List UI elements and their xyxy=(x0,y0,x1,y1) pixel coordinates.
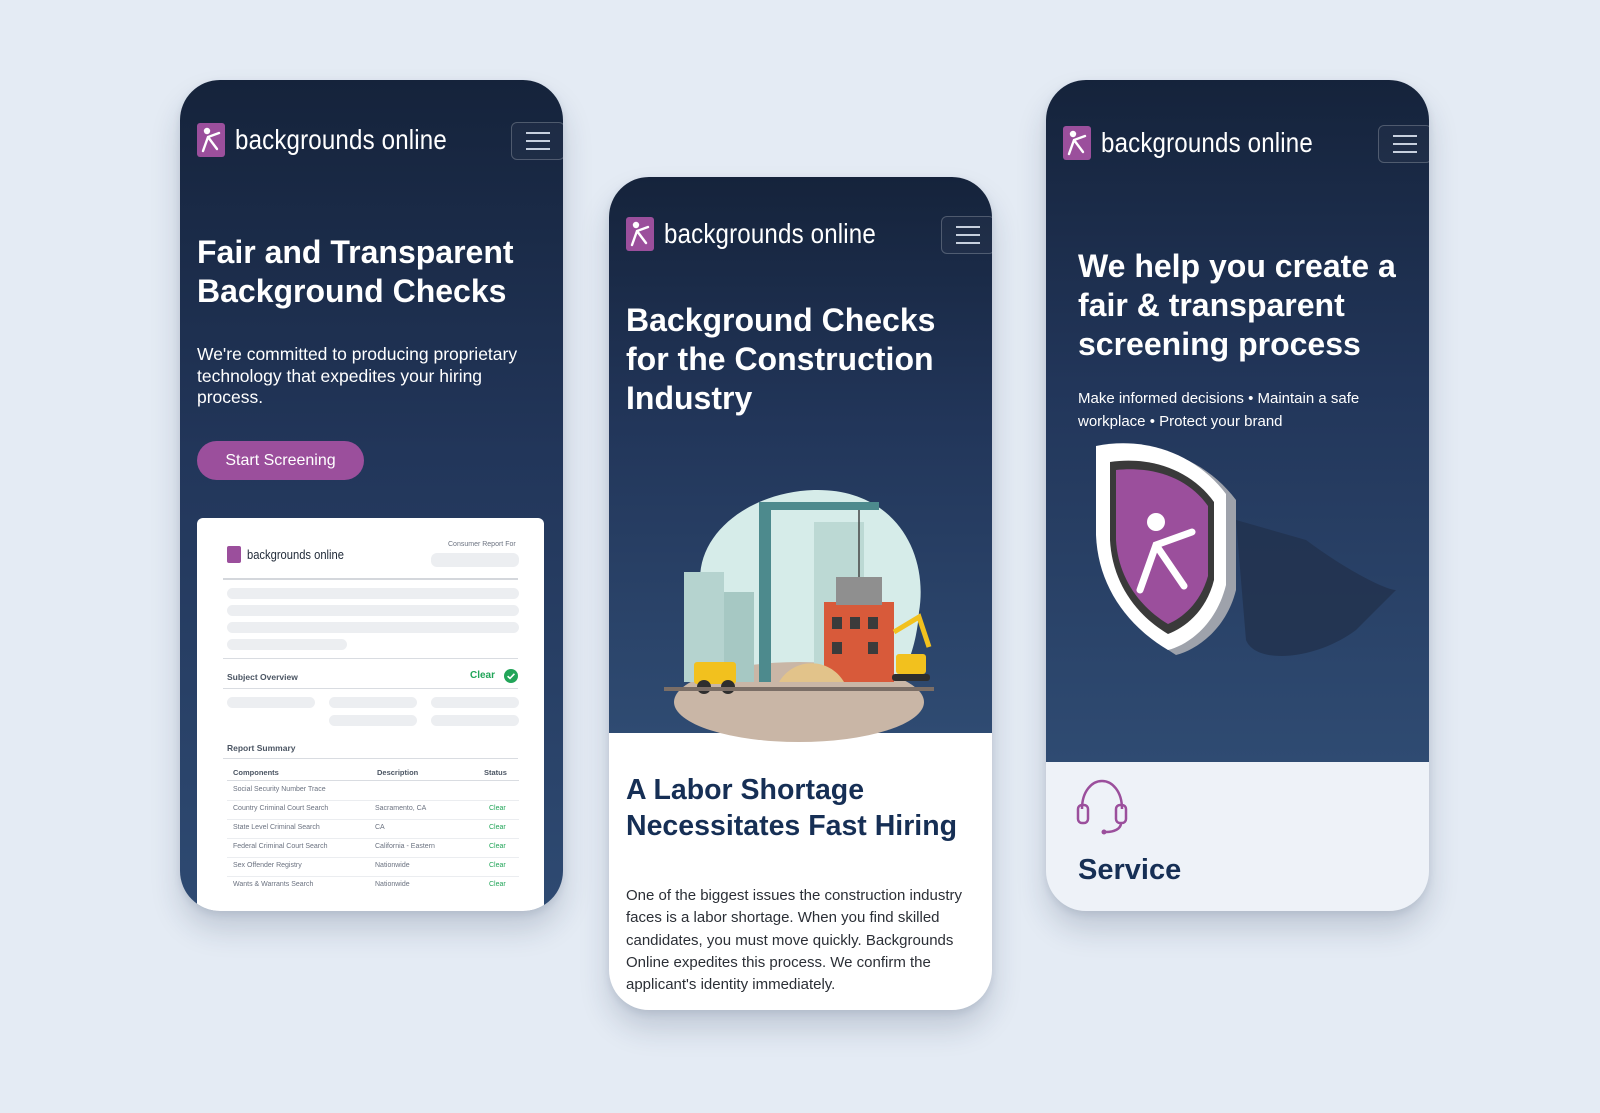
placeholder-bar xyxy=(329,715,417,726)
hero-section: backgrounds online Background Checks for… xyxy=(609,177,992,742)
phone-screen-screening: backgrounds online We help you create a … xyxy=(1046,80,1429,911)
row-component: Country Criminal Court Search xyxy=(233,805,329,812)
hamburger-menu-button[interactable] xyxy=(941,216,992,254)
headset-icon xyxy=(1076,779,1128,835)
brand-logo[interactable]: backgrounds online xyxy=(626,217,910,251)
brand-name: backgrounds online xyxy=(1101,127,1313,158)
placeholder-bar xyxy=(329,697,417,708)
phone-screen-construction: backgrounds online Background Checks for… xyxy=(609,177,992,1010)
placeholder-bar xyxy=(227,605,519,616)
hero-subtitle: We're committed to producing proprietary… xyxy=(197,344,518,407)
row-status: Clear xyxy=(489,824,506,831)
hamburger-menu-button[interactable] xyxy=(1378,125,1429,163)
placeholder-bar xyxy=(227,622,519,633)
check-circle-icon xyxy=(504,669,518,683)
report-summary-label: Report Summary xyxy=(227,743,296,753)
hamburger-menu-icon xyxy=(526,132,550,134)
hero-title: We help you create a fair & transparent … xyxy=(1078,248,1396,362)
section-body: One of the biggest issues the constructi… xyxy=(626,887,963,994)
divider xyxy=(223,578,518,580)
row-description: Nationwide xyxy=(375,881,410,888)
row-status: Clear xyxy=(489,881,506,888)
hamburger-menu-icon xyxy=(956,226,980,228)
hero-subtitle: Make informed decisions • Maintain a saf… xyxy=(1078,390,1360,430)
placeholder-bar xyxy=(227,588,519,599)
row-description: Sacramento, CA xyxy=(375,805,427,812)
hamburger-menu-icon xyxy=(1393,135,1417,137)
column-components: Components xyxy=(233,768,279,777)
backgrounds-online-logo-icon xyxy=(626,217,654,251)
row-component: State Level Criminal Search xyxy=(233,824,320,831)
divider xyxy=(223,658,518,659)
brand-logo[interactable]: backgrounds online xyxy=(1063,126,1347,160)
backgrounds-online-logo-icon xyxy=(1063,126,1091,160)
subject-overview-label: Subject Overview xyxy=(227,672,298,682)
placeholder-bar xyxy=(227,639,347,650)
row-description: Nationwide xyxy=(375,862,410,869)
row-component: Federal Criminal Court Search xyxy=(233,843,328,850)
placeholder-bar xyxy=(227,697,315,708)
row-component: Sex Offender Registry xyxy=(233,862,302,869)
placeholder-bar xyxy=(431,697,519,708)
brand-name: backgrounds online xyxy=(664,218,876,249)
service-heading: Service xyxy=(1078,854,1182,886)
backgrounds-online-logo-icon xyxy=(197,123,225,157)
row-component: Wants & Warrants Search xyxy=(233,881,314,888)
row-status: Clear xyxy=(489,805,506,812)
divider xyxy=(227,780,519,781)
section-title: A Labor Shortage Necessitates Fast Hirin… xyxy=(626,774,958,842)
construction-illustration xyxy=(664,489,934,742)
brand-name: backgrounds online xyxy=(235,124,447,155)
hamburger-menu-button[interactable] xyxy=(511,122,563,160)
consumer-report-for-label: Consumer Report For xyxy=(448,541,516,548)
divider xyxy=(223,688,518,689)
report-brand-name: backgrounds online xyxy=(247,547,344,562)
phone-screen-home: backgrounds online Fair and Transparent … xyxy=(180,80,563,911)
column-status: Status xyxy=(484,768,507,777)
row-component: Social Security Number Trace xyxy=(233,786,326,793)
consumer-report-preview: backgrounds online Consumer Report For S… xyxy=(197,518,544,911)
brand-logo[interactable]: backgrounds online xyxy=(197,123,481,157)
row-description: California - Eastern xyxy=(375,843,435,850)
start-screening-button[interactable]: Start Screening xyxy=(197,441,364,480)
hero-section: backgrounds online We help you create a … xyxy=(1046,80,1429,762)
hero-title: Background Checks for the Construction I… xyxy=(626,302,936,416)
hero-title: Fair and Transparent Background Checks xyxy=(197,234,514,309)
row-status: Clear xyxy=(489,862,506,869)
report-logo-icon xyxy=(227,546,241,563)
placeholder-bar xyxy=(431,715,519,726)
shield-logo-icon xyxy=(1096,443,1396,657)
report-brand: backgrounds online xyxy=(227,546,360,563)
placeholder-bar xyxy=(431,553,519,567)
divider xyxy=(223,758,518,759)
row-description: CA xyxy=(375,824,385,831)
overview-status-clear: Clear xyxy=(470,670,496,681)
column-description: Description xyxy=(377,768,419,777)
row-status: Clear xyxy=(489,843,506,850)
